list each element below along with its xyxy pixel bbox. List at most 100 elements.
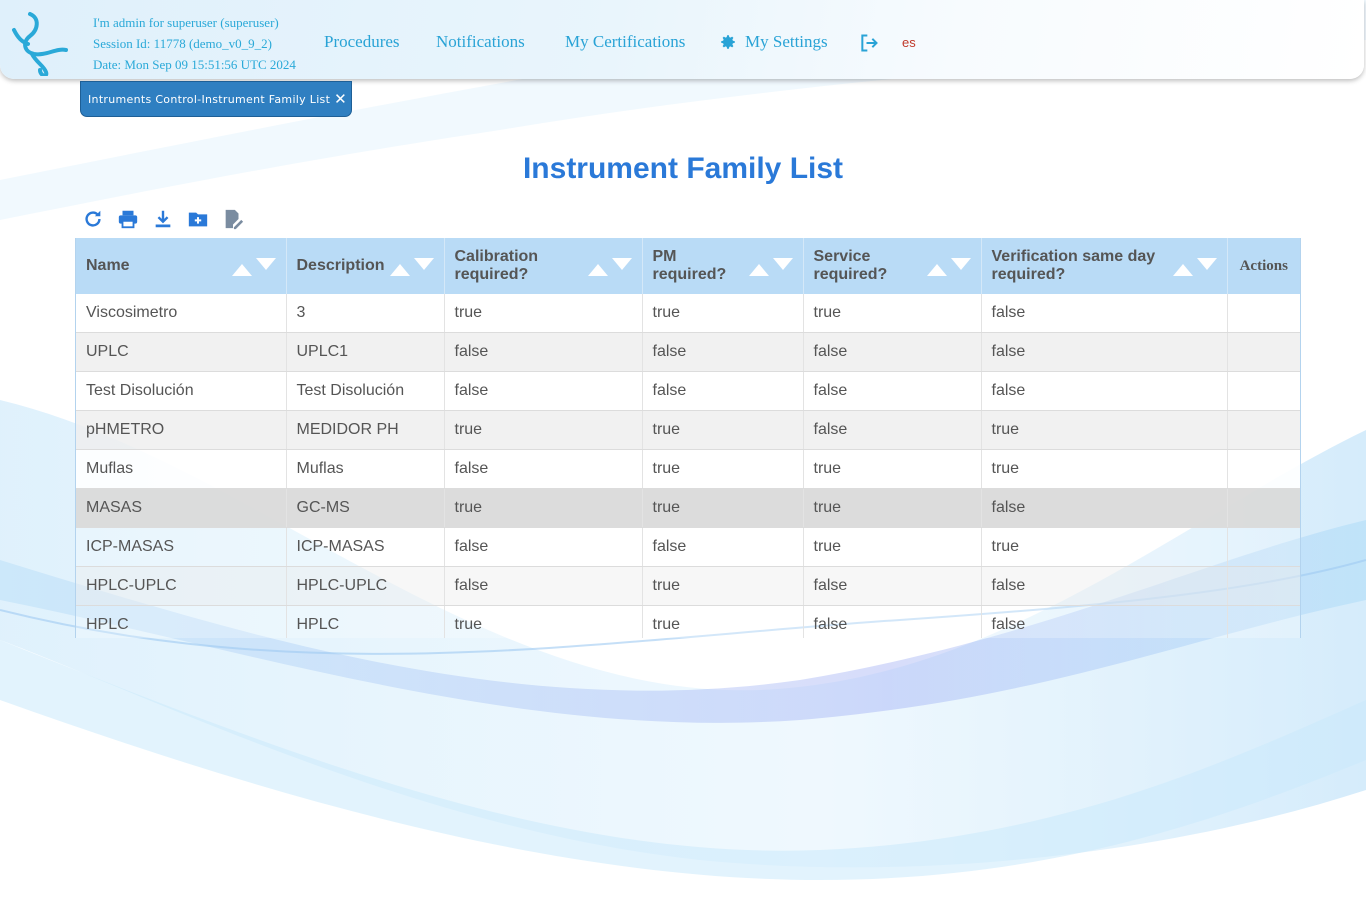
table-cell: true xyxy=(642,294,804,333)
table-cell: false xyxy=(981,332,1228,372)
sort-asc-icon[interactable] xyxy=(587,264,608,276)
column-header[interactable]: Service required? xyxy=(803,238,982,294)
sort-asc-icon[interactable] xyxy=(926,264,947,276)
table-cell: pHMETRO xyxy=(76,410,287,450)
print-icon[interactable] xyxy=(117,208,139,230)
table-cell: ICP-MASAS xyxy=(286,527,445,567)
table-row[interactable]: ICP-MASAS ICP-MASAS false false true true xyxy=(76,527,1300,567)
session-id: Session Id: 11778 (demo_v0_9_2) xyxy=(93,36,272,51)
table-row[interactable]: Viscosimetro 3 true true true false xyxy=(76,294,1300,333)
table-body: Viscosimetro 3 true true true false UPLC UPLC1 f… xyxy=(76,294,1300,638)
table-cell xyxy=(1227,371,1300,411)
table-cell xyxy=(1227,605,1300,638)
column-label: Name xyxy=(86,257,130,274)
table-row[interactable]: MASAS GC-MS true true true false xyxy=(76,488,1300,528)
language-switch[interactable]: es xyxy=(902,35,916,50)
column-header-actions: Actions xyxy=(1227,238,1300,294)
table-cell: true xyxy=(642,605,804,638)
table-cell xyxy=(1227,566,1300,606)
table-cell: Muflas xyxy=(286,449,445,489)
table-row[interactable]: UPLC UPLC1 false false false false xyxy=(76,332,1300,372)
sort-desc-icon[interactable] xyxy=(413,258,434,270)
table-row[interactable]: pHMETRO MEDIDOR PH true true false true xyxy=(76,410,1300,450)
table-cell: false xyxy=(803,332,982,372)
column-header[interactable]: Description xyxy=(286,238,445,294)
table-cell: UPLC xyxy=(76,332,287,372)
table-cell: false xyxy=(981,294,1228,333)
table-cell: 3 xyxy=(286,294,445,333)
sort-desc-icon[interactable] xyxy=(1196,258,1217,270)
table-header-row: Name Description Calibration required? P… xyxy=(76,238,1300,294)
table-cell: false xyxy=(444,371,643,411)
session-info: I'm admin for superuser (superuser) Sess… xyxy=(93,12,296,75)
table-cell: MEDIDOR PH xyxy=(286,410,445,450)
table-cell: Muflas xyxy=(76,449,287,489)
table-row[interactable]: Muflas Muflas false true true true xyxy=(76,449,1300,489)
sort-desc-icon[interactable] xyxy=(255,258,276,270)
table-cell: false xyxy=(981,605,1228,638)
table-cell: HPLC-UPLC xyxy=(286,566,445,606)
column-label: Description xyxy=(296,257,385,274)
column-label: Verification same day required? xyxy=(991,248,1156,283)
tab-instrument-family-list[interactable]: Intruments Control-Instrument Family Lis… xyxy=(80,81,352,117)
refresh-icon[interactable] xyxy=(82,208,104,230)
nav-procedures[interactable]: Procedures xyxy=(324,32,400,52)
nav-my-settings[interactable]: My Settings xyxy=(719,32,828,52)
instrument-family-table: Name Description Calibration required? P… xyxy=(75,238,1301,638)
sort-asc-icon[interactable] xyxy=(748,264,769,276)
table-cell: false xyxy=(803,605,982,638)
table-cell: true xyxy=(803,449,982,489)
table-cell xyxy=(1227,488,1300,528)
sort-asc-icon[interactable] xyxy=(389,264,410,276)
table-cell: false xyxy=(444,527,643,567)
column-header[interactable]: PM required? xyxy=(642,238,804,294)
table-cell: false xyxy=(444,449,643,489)
table-row[interactable]: HPLC-UPLC HPLC-UPLC false true false false xyxy=(76,566,1300,606)
table-cell: true xyxy=(981,527,1228,567)
sort-controls xyxy=(923,258,973,276)
column-header[interactable]: Calibration required? xyxy=(444,238,643,294)
table-cell xyxy=(1227,332,1300,372)
table-cell: HPLC xyxy=(76,605,287,638)
table-cell: false xyxy=(803,371,982,411)
table-cell: false xyxy=(803,566,982,606)
sort-asc-icon[interactable] xyxy=(1172,264,1193,276)
table-cell: false xyxy=(642,527,804,567)
table-toolbar xyxy=(82,208,257,230)
table-cell: true xyxy=(444,488,643,528)
tab-label: Intruments Control-Instrument Family Lis… xyxy=(88,92,331,106)
table-cell: false xyxy=(642,332,804,372)
sort-desc-icon[interactable] xyxy=(772,258,793,270)
nav-my-certifications[interactable]: My Certifications xyxy=(565,32,685,52)
table-cell xyxy=(1227,449,1300,489)
table-cell: false xyxy=(981,566,1228,606)
nav-notifications[interactable]: Notifications xyxy=(436,32,525,52)
table-cell: false xyxy=(981,488,1228,528)
sort-desc-icon[interactable] xyxy=(611,258,632,270)
table-cell: true xyxy=(981,410,1228,450)
logout-icon[interactable] xyxy=(859,33,879,53)
close-icon[interactable]: ✕ xyxy=(334,90,347,108)
column-header[interactable]: Name xyxy=(76,238,287,294)
column-header[interactable]: Verification same day required? xyxy=(981,238,1228,294)
sort-desc-icon[interactable] xyxy=(950,258,971,270)
download-icon[interactable] xyxy=(152,208,174,230)
table-cell: true xyxy=(444,605,643,638)
add-folder-icon[interactable] xyxy=(187,208,209,230)
sort-asc-icon[interactable] xyxy=(231,264,252,276)
table-cell: true xyxy=(803,294,982,333)
table-cell xyxy=(1227,410,1300,450)
app-header: I'm admin for superuser (superuser) Sess… xyxy=(0,0,1364,79)
table-cell xyxy=(1227,294,1300,333)
table-cell: false xyxy=(444,566,643,606)
table-row[interactable]: Test Disolución Test Disolución false false… xyxy=(76,371,1300,411)
session-date: Date: Mon Sep 09 15:51:56 UTC 2024 xyxy=(93,57,296,72)
app-logo[interactable] xyxy=(10,8,72,76)
table-row[interactable]: HPLC HPLC true true false false xyxy=(76,605,1300,638)
edit-document-icon[interactable] xyxy=(222,208,244,230)
table-cell: true xyxy=(642,449,804,489)
sort-controls xyxy=(584,258,634,276)
table-cell: true xyxy=(444,410,643,450)
page-title: Instrument Family List xyxy=(522,152,844,185)
table-cell: MASAS xyxy=(76,488,287,528)
